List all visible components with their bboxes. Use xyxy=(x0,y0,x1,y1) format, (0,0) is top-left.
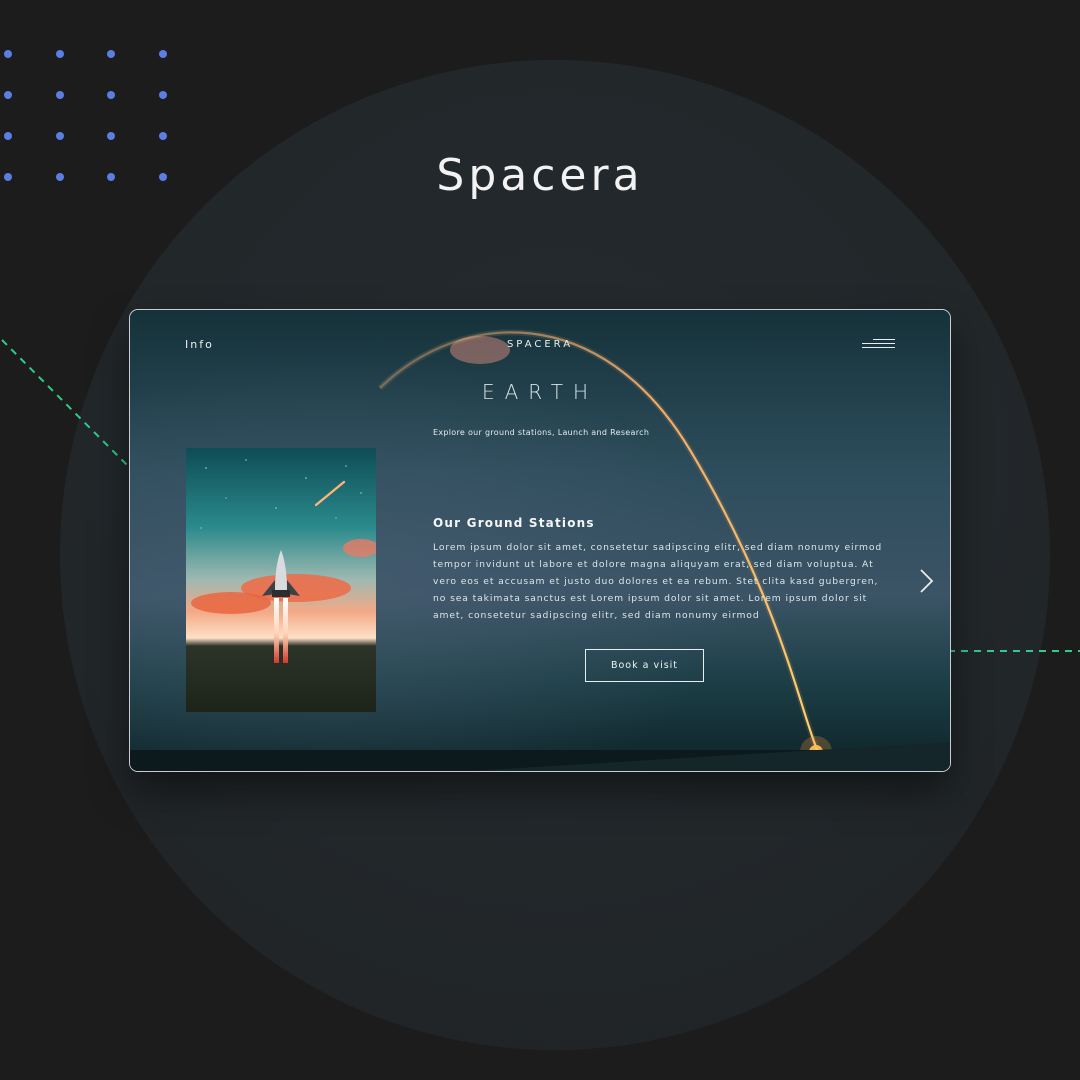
planet-title: EARTH xyxy=(481,380,598,404)
hero-subtitle: Explore our ground stations, Launch and … xyxy=(433,428,650,437)
website-mockup: Info SPACERA EARTH Explore our ground st… xyxy=(129,309,951,772)
dashed-line-left-decoration xyxy=(1,339,131,469)
rocket-launch-photo xyxy=(186,448,376,712)
section-body: Lorem ipsum dolor sit amet, consetetur s… xyxy=(433,542,883,621)
book-visit-button[interactable]: Book a visit xyxy=(585,649,704,682)
dashed-line-right-decoration xyxy=(948,650,1080,652)
nav-logo[interactable]: SPACERA xyxy=(130,339,950,350)
brand-title: Spacera xyxy=(436,150,644,201)
hamburger-menu-icon[interactable] xyxy=(862,339,895,351)
chevron-right-icon[interactable] xyxy=(918,568,934,594)
section-heading: Our Ground Stations xyxy=(433,516,595,530)
